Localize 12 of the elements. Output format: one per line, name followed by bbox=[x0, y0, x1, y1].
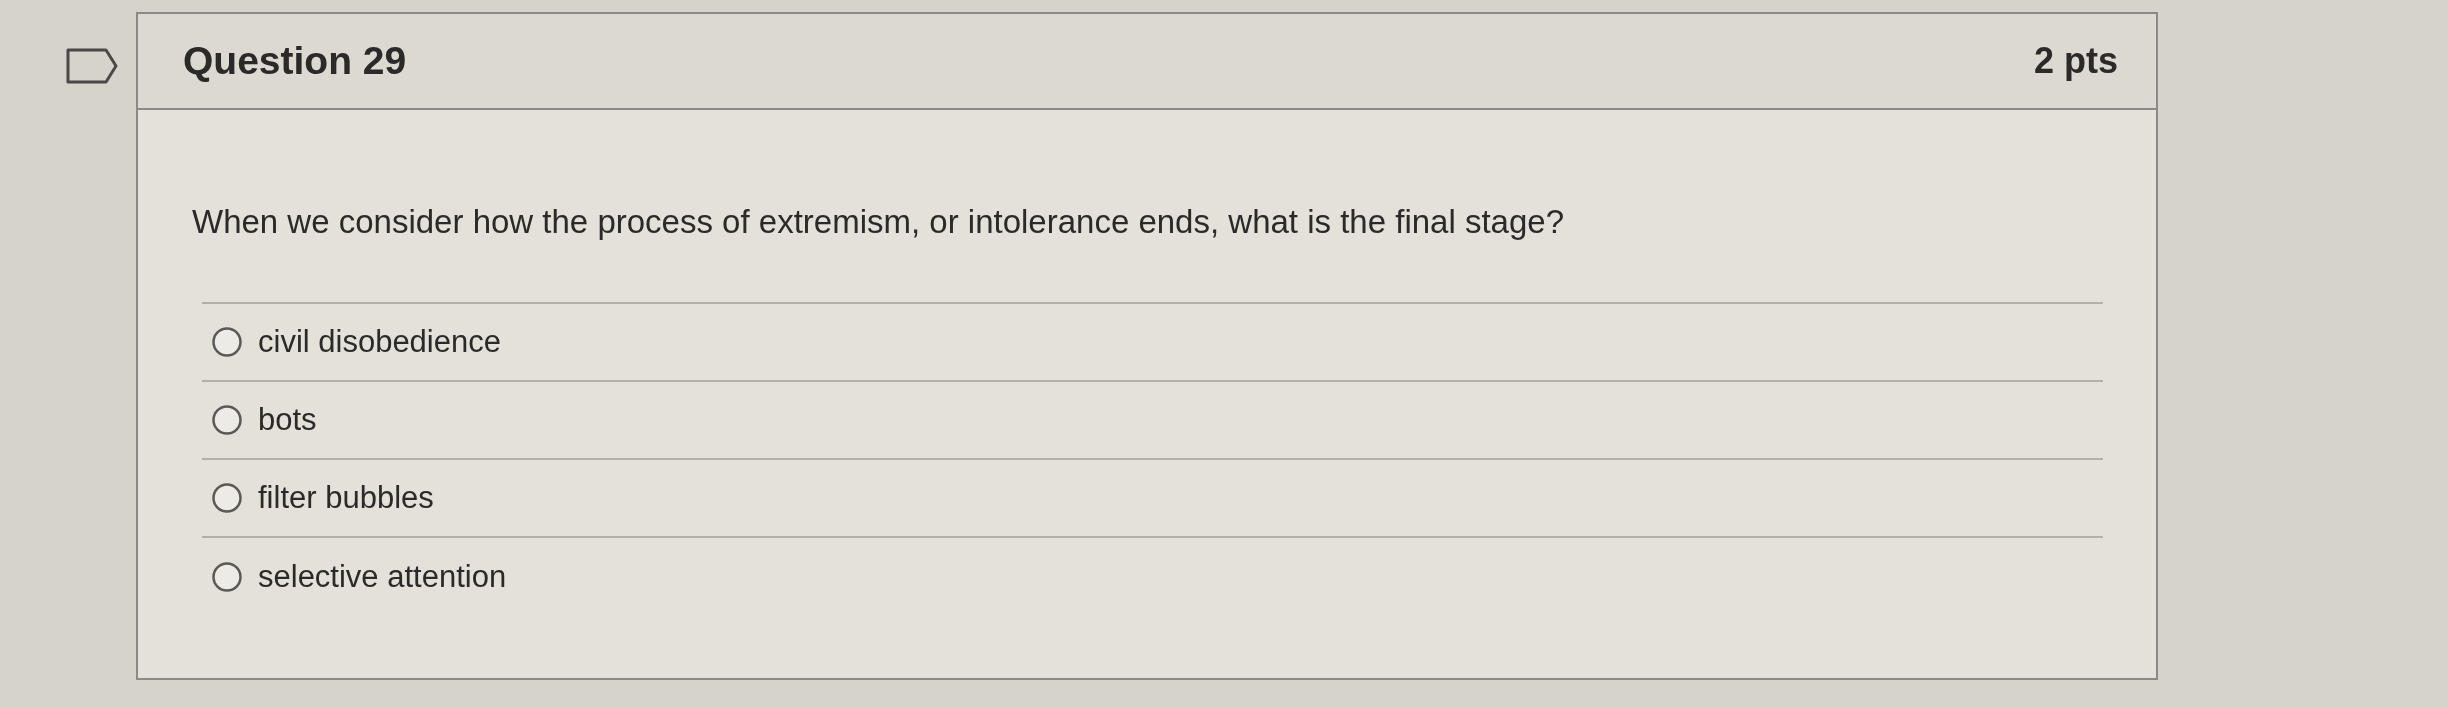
question-points: 2 pts bbox=[2033, 39, 2118, 83]
radio-button-icon[interactable] bbox=[212, 405, 242, 435]
answer-label[interactable]: selective attention bbox=[258, 553, 507, 601]
radio-button-icon[interactable] bbox=[212, 483, 242, 513]
answer-label[interactable]: bots bbox=[258, 396, 317, 444]
radio-button-icon[interactable] bbox=[212, 562, 242, 592]
question-text: When we consider how the process of extremism, or intolerance ends, what is the final stage? bbox=[192, 202, 1565, 242]
radio-button-icon[interactable] bbox=[212, 327, 242, 357]
flag-icon[interactable] bbox=[66, 48, 118, 84]
question-title: Question 29 bbox=[183, 37, 407, 84]
answer-label[interactable]: civil disobedience bbox=[258, 318, 501, 366]
answer-label[interactable]: filter bubbles bbox=[258, 474, 434, 522]
